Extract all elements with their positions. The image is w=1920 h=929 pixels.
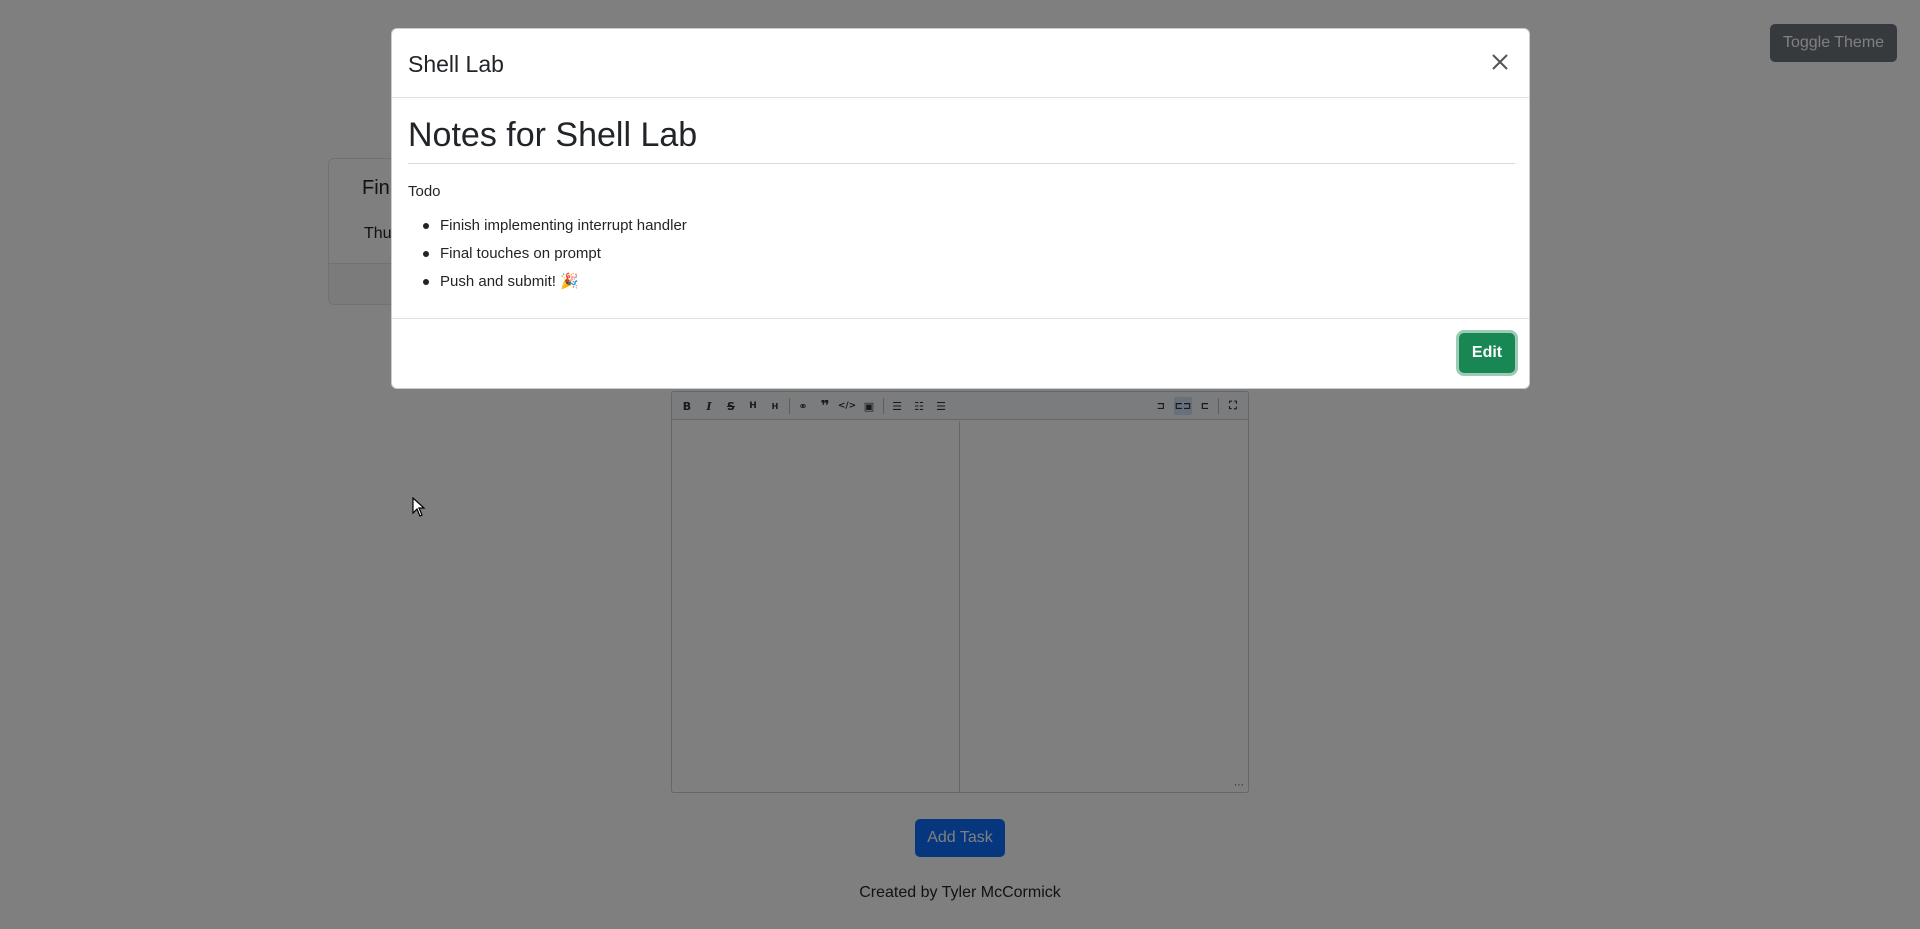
list-item: Final touches on prompt [423,244,687,272]
todo-list: Finish implementing interrupt handler Fi… [423,216,687,300]
close-button[interactable] [1485,47,1515,77]
modal-body: Notes for Shell Lab Todo Finish implemen… [392,99,1529,319]
list-item: Finish implementing interrupt handler [423,216,687,244]
edit-button[interactable]: Edit [1459,333,1515,373]
heading-divider [408,163,1515,164]
notes-heading: Notes for Shell Lab [408,116,698,154]
close-icon [1492,54,1508,70]
notes-subheading: Todo [408,183,441,200]
modal-header: Shell Lab [392,29,1529,98]
modal-footer: Edit [392,318,1529,388]
list-item: Push and submit! 🎉 [423,272,687,300]
mouse-cursor-icon [412,497,426,517]
notes-modal: Shell Lab Notes for Shell Lab Todo Finis… [391,28,1530,389]
modal-title: Shell Lab [408,51,504,77]
